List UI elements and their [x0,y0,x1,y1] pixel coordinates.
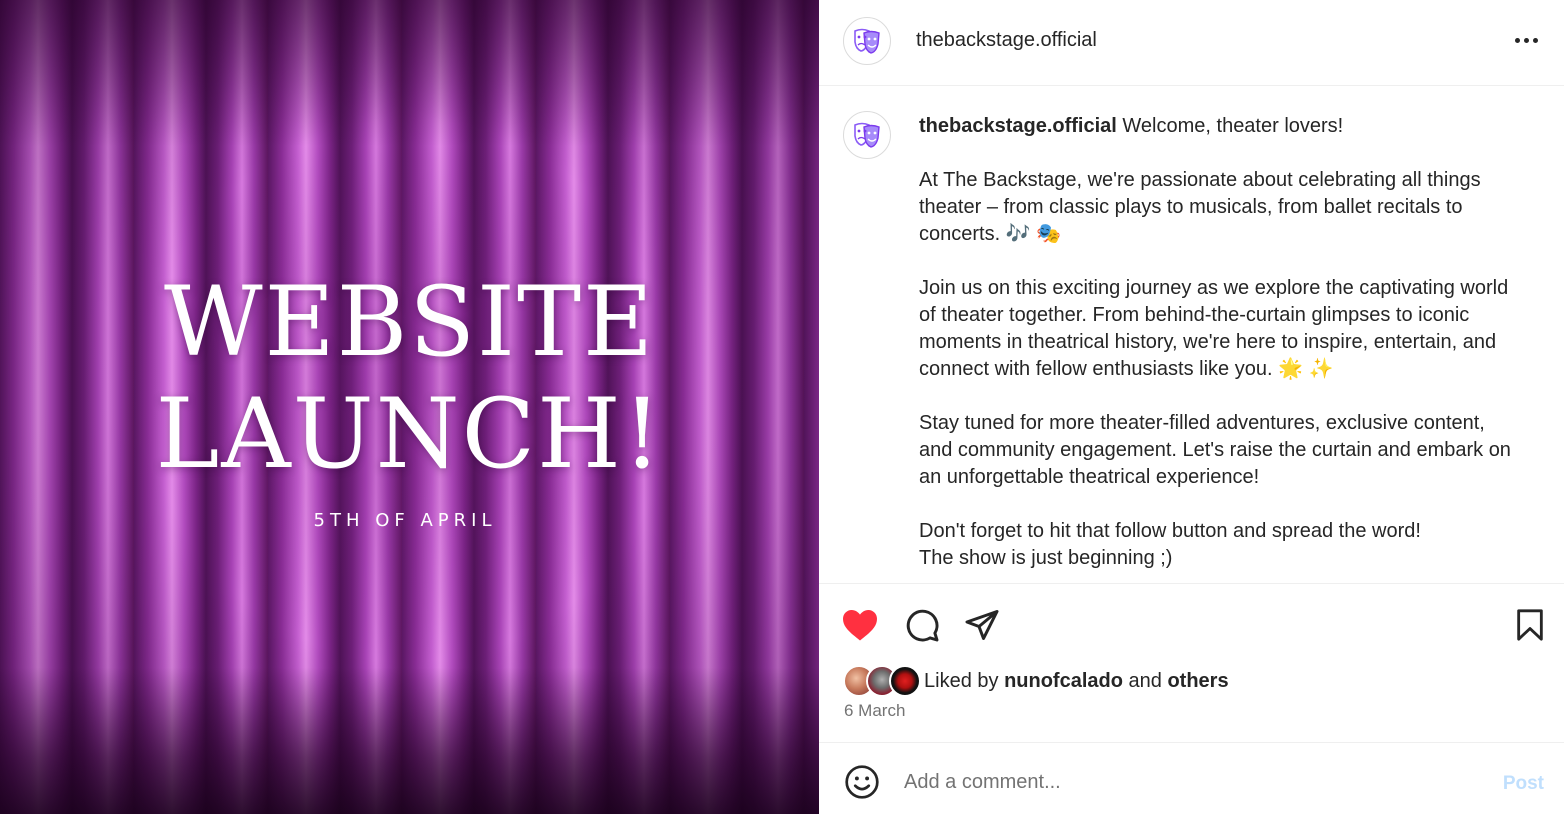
dot [1523,37,1529,43]
emoji-icon [845,765,879,799]
post-header: thebackstage.official [819,0,1564,86]
emoji-button[interactable] [843,763,881,801]
liker-username[interactable]: nunofcalado [1004,670,1123,692]
save-button[interactable] [1511,606,1549,644]
caption-paragraph: Don't forget to hit that follow button a… [919,520,1421,542]
more-options-icon[interactable] [1512,26,1540,54]
post-caption: thebackstage.official Welcome, theater l… [919,113,1519,572]
profile-avatar[interactable] [843,17,891,65]
comment-input[interactable] [904,767,1464,797]
image-subtitle: 5TH OF APRIL [313,510,497,531]
caption-paragraph: At The Backstage, we're passionate about… [919,169,1481,245]
caption-first-line: thebackstage.official Welcome, theater l… [919,113,1519,140]
post-date[interactable]: 6 March [844,701,905,721]
liked-by-connector: and [1128,670,1162,692]
share-button[interactable] [963,606,1001,644]
like-button[interactable] [841,606,879,644]
caption-paragraph: Join us on this exciting journey as we e… [919,277,1509,380]
header-username[interactable]: thebackstage.official [916,29,1097,52]
liked-by-text: Liked by nunofcalado and others [924,670,1229,693]
caption-avatar[interactable] [843,111,891,159]
post-button[interactable]: Post [1503,773,1544,795]
dot [1532,37,1538,43]
liker-avatar[interactable] [889,665,921,697]
likes-row: Liked by nunofcalado and others [843,665,1543,697]
post-image[interactable]: WEBSITE LAUNCH! 5TH OF APRIL [0,0,819,814]
image-title-line1: WEBSITE [163,266,656,378]
bookmark-icon [1517,609,1543,641]
action-bar [819,600,1564,650]
comment-bar: Post [819,742,1564,814]
theater-masks-icon [854,28,880,54]
dot [1514,37,1520,43]
caption-username[interactable]: thebackstage.official [919,115,1117,137]
caption-greeting: Welcome, theater lovers! [1122,115,1344,137]
likes-others-link[interactable]: others [1167,670,1228,692]
caption-paragraph: The show is just beginning ;) [919,547,1173,569]
comment-icon [906,609,939,642]
liked-by-prefix: Liked by [924,670,999,692]
caption-section: thebackstage.official Welcome, theater l… [819,87,1564,584]
share-icon [965,610,999,640]
caption-paragraph: Stay tuned for more theater-filled adven… [919,412,1511,488]
comment-button[interactable] [903,606,941,644]
heart-filled-icon [843,610,877,641]
image-title-line2: LAUNCH! [155,378,664,490]
theater-masks-icon [854,122,880,148]
post-side-panel: thebackstage.official thebackstage.offic… [819,0,1564,814]
